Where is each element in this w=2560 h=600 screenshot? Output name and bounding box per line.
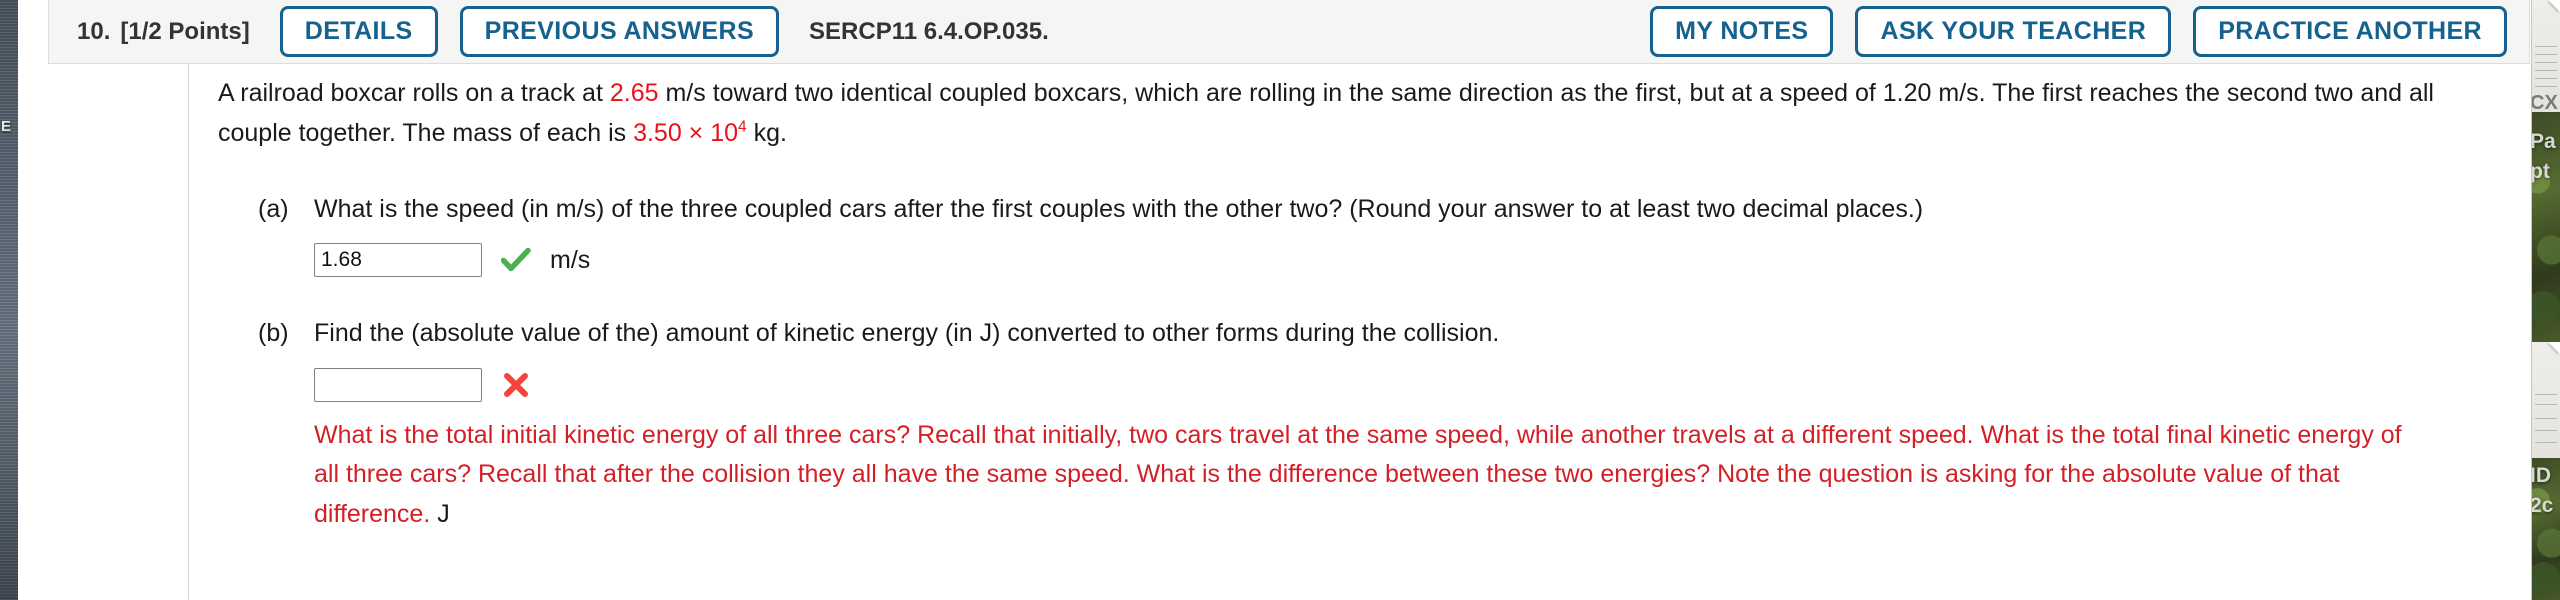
window-right-border bbox=[2531, 0, 2532, 600]
part-b-feedback-unit: J bbox=[437, 499, 450, 528]
question-number: 10. bbox=[77, 17, 111, 45]
incorrect-cross-icon bbox=[496, 372, 536, 398]
previous-answers-button[interactable]: PREVIOUS ANSWERS bbox=[459, 6, 780, 57]
question-part-b: (b) Find the (absolute value of the) amo… bbox=[218, 315, 2508, 351]
part-b-answer-row bbox=[218, 367, 2508, 402]
stem-value-mass-mantissa: 3.50 × 10 bbox=[633, 118, 739, 147]
question-header-bar: 10. [1/2 Points] DETAILS PREVIOUS ANSWER… bbox=[48, 0, 2530, 64]
stem-value-mass: 3.50 × 104 bbox=[633, 119, 747, 147]
page-fold-icon bbox=[2548, 0, 2560, 12]
details-button[interactable]: DETAILS bbox=[279, 6, 438, 57]
desktop-thumbnail-photo-1: Pa pt bbox=[2532, 112, 2560, 342]
desktop-thumbnail-document-2 bbox=[2532, 342, 2560, 458]
part-b-answer-input[interactable] bbox=[314, 367, 482, 402]
content-gutter-divider bbox=[188, 64, 189, 600]
part-b-label: (b) bbox=[258, 319, 289, 348]
stem-text-1: A railroad boxcar rolls on a track at bbox=[218, 79, 610, 107]
desktop-thumbnail-caption-2b: pt bbox=[2532, 160, 2550, 183]
question-part-a: (a) What is the speed (in m/s) of the th… bbox=[218, 191, 2508, 227]
question-content: A railroad boxcar rolls on a track at 2.… bbox=[218, 64, 2508, 534]
my-notes-button[interactable]: MY NOTES bbox=[1650, 6, 1834, 57]
part-a-answer-input[interactable] bbox=[314, 243, 482, 278]
desktop-thumbnail-caption-2a: Pa bbox=[2532, 130, 2556, 153]
part-b-text: Find the (absolute value of the) amount … bbox=[314, 319, 1500, 348]
browser-content-page: 10. [1/2 Points] DETAILS PREVIOUS ANSWER… bbox=[18, 0, 2532, 600]
desktop-icon-label-left: E bbox=[1, 118, 12, 135]
part-a-unit: m/s bbox=[550, 245, 591, 274]
question-body: A railroad boxcar rolls on a track at 2.… bbox=[48, 64, 2530, 600]
part-b-feedback-text: What is the total initial kinetic energy… bbox=[314, 420, 2402, 528]
question-stem: A railroad boxcar rolls on a track at 2.… bbox=[218, 74, 2483, 153]
desktop-thumbnail-caption-4a: ID bbox=[2532, 464, 2551, 487]
question-code: SERCP11 6.4.OP.035. bbox=[809, 17, 1049, 45]
desktop-background-right: CX Pa pt ID 2c bbox=[2532, 0, 2560, 600]
desktop-thumbnail-photo-2: ID 2c bbox=[2532, 458, 2560, 600]
page-fold-icon-2 bbox=[2548, 342, 2560, 354]
part-a-text: What is the speed (in m/s) of the three … bbox=[314, 195, 1924, 223]
ask-your-teacher-button[interactable]: ASK YOUR TEACHER bbox=[1855, 6, 2172, 57]
part-a-label: (a) bbox=[258, 195, 289, 223]
stem-text-3: kg. bbox=[746, 118, 787, 147]
desktop-thumbnail-caption-4b: 2c bbox=[2532, 494, 2554, 517]
part-b-feedback: What is the total initial kinetic energy… bbox=[218, 416, 2408, 535]
desktop-background-left: E bbox=[0, 0, 18, 600]
part-a-answer-row: m/s bbox=[218, 243, 2508, 278]
points-badge: [1/2 Points] bbox=[120, 17, 250, 45]
practice-another-button[interactable]: PRACTICE ANOTHER bbox=[2193, 6, 2507, 57]
stem-value-mass-exponent: 4 bbox=[738, 118, 747, 136]
correct-checkmark-icon bbox=[496, 247, 536, 273]
stem-value-initial-speed: 2.65 bbox=[609, 79, 659, 107]
